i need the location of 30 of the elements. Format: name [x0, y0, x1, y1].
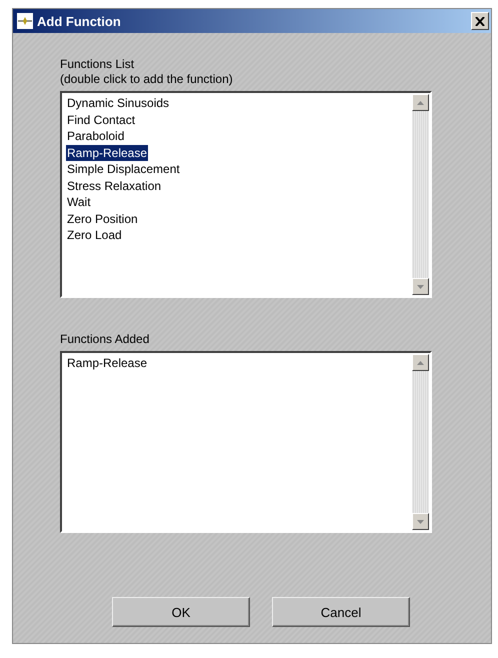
scroll-down-button[interactable] — [412, 278, 429, 295]
scroll-up-button[interactable] — [412, 94, 429, 111]
scrollbar[interactable] — [412, 94, 429, 295]
list-item[interactable]: Paraboloid — [66, 128, 126, 144]
list-item[interactable]: Find Contact — [66, 112, 136, 128]
list-label: Functions Added — [60, 332, 150, 347]
down-arrow-icon — [417, 520, 424, 524]
up-arrow-icon — [417, 360, 424, 364]
scroll-up-button[interactable] — [412, 354, 429, 371]
close-button[interactable] — [471, 12, 489, 30]
list-label: Functions List — [60, 57, 136, 72]
window-title: Add Function — [37, 14, 122, 28]
dialog-button[interactable]: Cancel — [272, 597, 410, 627]
close-icon — [475, 16, 485, 26]
list-item[interactable]: Dynamic Sinusoids — [66, 95, 170, 112]
list-item[interactable]: Wait — [66, 194, 92, 210]
scroll-down-button[interactable] — [412, 513, 429, 530]
dialog-button[interactable]: OK — [112, 597, 250, 627]
up-arrow-icon — [417, 100, 424, 104]
list-box[interactable]: Ramp-Release — [60, 351, 432, 533]
list-item[interactable]: Simple Displacement — [66, 161, 181, 178]
down-arrow-icon — [417, 284, 424, 288]
list-item[interactable]: Zero Load — [66, 227, 123, 244]
list-item[interactable]: Ramp-Release — [66, 355, 148, 372]
list-hint: (double click to add the function) — [60, 72, 234, 87]
list-item[interactable]: Zero Position — [66, 210, 139, 227]
list-item[interactable]: Stress Relaxation — [66, 178, 162, 194]
scrollbar[interactable] — [412, 354, 429, 530]
list-item[interactable]: Ramp-Release — [66, 144, 148, 161]
list-box[interactable]: Dynamic Sinusoids Find Contact Paraboloid Ramp-Release Simple Displacement Stress Relaxation Wait Zero Position Zero Load — [60, 91, 432, 298]
